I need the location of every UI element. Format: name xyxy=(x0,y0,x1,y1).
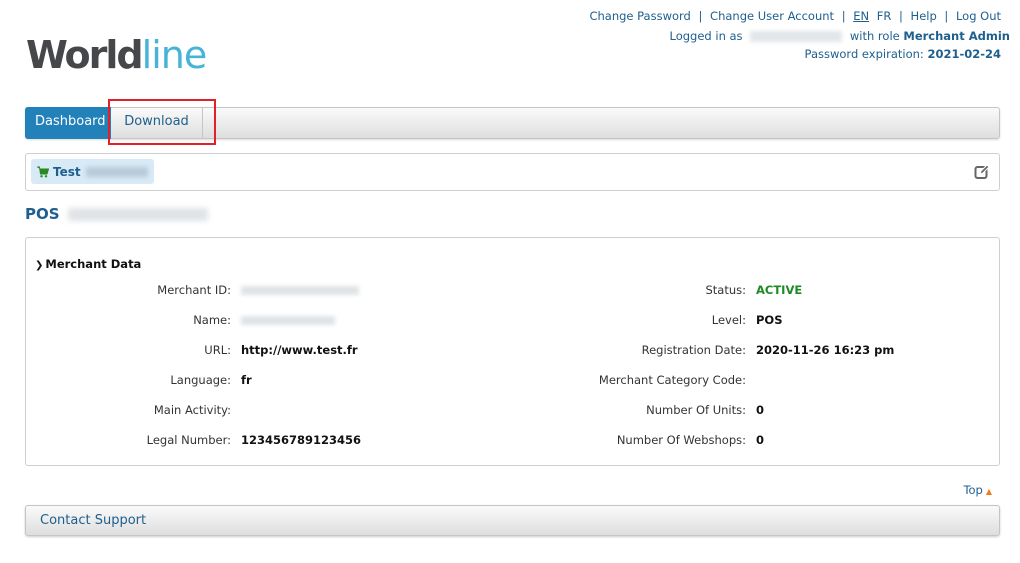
logo-part-world: World xyxy=(26,33,144,77)
chevron-right-icon: ❯ xyxy=(35,260,44,271)
worldline-logo[interactable]: Worldline xyxy=(26,33,208,77)
field-value: 123456789123456 xyxy=(241,433,362,447)
field-value: 0 xyxy=(756,433,765,447)
field-label: Merchant Category Code: xyxy=(598,373,746,387)
field-value: http://www.test.fr xyxy=(241,343,358,357)
redacted-username xyxy=(750,31,843,42)
merchant-data-toggle[interactable]: ❯ Merchant Data xyxy=(35,257,141,271)
redacted-pos-name xyxy=(67,207,208,221)
separator: | xyxy=(841,9,846,23)
user-role: Merchant Admin xyxy=(903,29,1010,43)
change-password-link[interactable]: Change Password xyxy=(589,9,690,23)
header-links: Change Password | Change User Account | … xyxy=(589,9,1001,23)
field-label: URL: xyxy=(204,343,231,357)
help-link[interactable]: Help xyxy=(911,9,937,23)
password-expiration-date: 2021-02-24 xyxy=(927,47,1001,61)
logo-part-line: line xyxy=(141,33,208,77)
top-link-label: Top xyxy=(963,483,983,497)
field-value: fr xyxy=(241,373,252,387)
log-out-link[interactable]: Log Out xyxy=(956,9,1001,23)
login-info: Logged in as with role Merchant Admin xyxy=(670,29,1011,43)
logged-in-prefix: Logged in as xyxy=(669,29,743,43)
field-label: Level: xyxy=(711,313,746,327)
page-title: POS xyxy=(25,205,208,223)
main-tab-bar: Dashboard Download xyxy=(25,107,1000,139)
breadcrumb-bar: Test xyxy=(25,153,1000,191)
field-label: Language: xyxy=(170,373,231,387)
shopping-cart-icon xyxy=(37,166,49,177)
contact-support-label: Contact Support xyxy=(40,513,147,528)
change-user-account-link[interactable]: Change User Account xyxy=(710,9,834,23)
field-label: Number Of Webshops: xyxy=(616,433,746,447)
field-value xyxy=(241,282,359,298)
field-value xyxy=(241,312,335,328)
with-role-text: with role xyxy=(849,29,900,43)
field-label: Number Of Units: xyxy=(646,403,746,417)
triangle-up-icon: ▲ xyxy=(985,487,992,496)
breadcrumb-item-merchant[interactable]: Test xyxy=(31,159,154,184)
language-en-link[interactable]: EN xyxy=(853,9,869,23)
merchant-data-title: Merchant Data xyxy=(45,257,142,271)
redacted-name xyxy=(241,316,335,325)
field-value: POS xyxy=(756,313,783,327)
edit-icon[interactable] xyxy=(974,164,990,180)
field-label: Merchant ID: xyxy=(157,283,231,297)
redacted-merchant-name xyxy=(85,166,148,177)
status-badge: ACTIVE xyxy=(756,283,803,297)
merchant-data-panel: ❯ Merchant Data Merchant ID: Name: URL: h… xyxy=(25,237,1000,466)
separator: | xyxy=(698,9,703,23)
contact-support-bar[interactable]: Contact Support xyxy=(25,505,1000,536)
field-value: 2020-11-26 16:23 pm xyxy=(756,343,895,357)
back-to-top-link[interactable]: Top ▲ xyxy=(963,483,992,497)
field-label: Name: xyxy=(193,313,231,327)
separator: | xyxy=(944,9,949,23)
tab-dashboard[interactable]: Dashboard xyxy=(25,107,111,139)
separator: | xyxy=(899,9,903,23)
tab-download[interactable]: Download xyxy=(111,107,203,139)
field-label: Status: xyxy=(705,283,746,297)
field-label: Legal Number: xyxy=(146,433,231,447)
page-title-prefix: POS xyxy=(25,205,60,223)
language-fr-link[interactable]: FR xyxy=(877,9,892,23)
field-label: Main Activity: xyxy=(153,403,231,417)
field-value: 0 xyxy=(756,403,765,417)
field-label: Registration Date: xyxy=(641,343,746,357)
redacted-merchant-id xyxy=(241,286,359,295)
password-expiration-label: Password expiration: xyxy=(804,47,924,61)
password-expiration: Password expiration: 2021-02-24 xyxy=(805,47,1001,61)
breadcrumb-label: Test xyxy=(53,164,81,179)
